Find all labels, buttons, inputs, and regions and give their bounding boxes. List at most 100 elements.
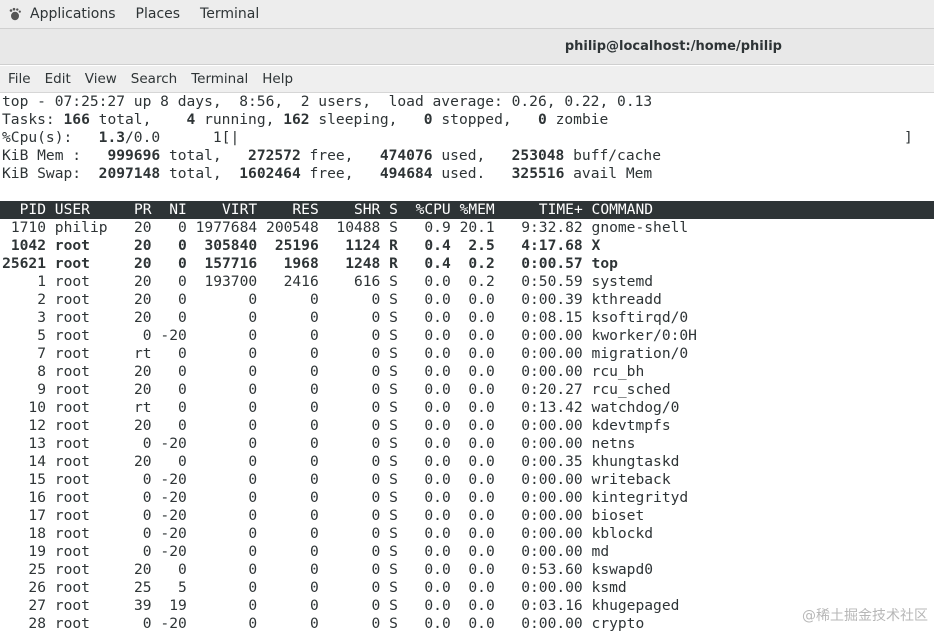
process-res: 0 (309, 345, 319, 362)
process-row: 1042 root 20 0 305840 25196 1124 R 0.4 2.5 4:17.68… (2, 237, 768, 255)
places-menu[interactable]: Places (126, 0, 191, 28)
mem-used: 474076 (379, 147, 433, 164)
process-virt: 0 (248, 399, 258, 416)
process-ni: -20 (160, 525, 187, 542)
process-shr: 0 (371, 291, 381, 308)
menu-file[interactable]: File (0, 71, 38, 87)
process-cpu: 0.0 (424, 273, 451, 290)
process-s: S (389, 291, 398, 308)
process-cmd: top (591, 255, 618, 272)
process-pid: 19 (28, 543, 46, 560)
process-mem: 0.0 (468, 417, 495, 434)
process-shr: 0 (371, 435, 381, 452)
process-user: root (54, 417, 90, 434)
process-virt: 157716 (204, 255, 258, 272)
process-mem: 0.0 (468, 291, 495, 308)
header-col-pr: PR (134, 201, 152, 218)
process-table-header: PID USER PR NI VIRT RES SHR S %CPU %MEM TIME+ COMMA… (0, 201, 934, 219)
cpu-line: %Cpu(s): 1.3/0.0 1[| (2, 129, 239, 147)
process-virt: 0 (248, 381, 258, 398)
process-shr: 0 (371, 525, 381, 542)
process-row: 25621 root 20 0 157716 1968 1248 R 0.4 0.2 0:00.57… (2, 255, 768, 273)
process-cmd: systemd (591, 273, 654, 290)
process-pr: 20 (134, 273, 152, 290)
process-shr: 0 (371, 489, 381, 506)
cpu-bar-end: ] (904, 129, 913, 146)
process-mem: 0.0 (468, 471, 495, 488)
swap-line: KiB Swap: 2097148 total, 1602464 free, 4… (2, 165, 653, 182)
process-res: 0 (309, 543, 319, 560)
process-virt: 193700 (204, 273, 258, 290)
process-cmd: ksmd (591, 579, 627, 596)
process-cpu: 0.0 (424, 471, 451, 488)
process-cmd: kdevtmpfs (591, 417, 671, 434)
window-titlebar[interactable]: philip@localhost:/home/philip (0, 29, 934, 65)
process-row: 10 root rt 0 0 0 0 S 0.0 0.0 0:13.42 watchdog/0 (2, 399, 768, 417)
menu-view[interactable]: View (78, 71, 124, 87)
header-col-cpu: %CPU (415, 201, 451, 218)
process-virt: 305840 (204, 237, 258, 254)
process-shr: 0 (371, 309, 381, 326)
process-row: 25 root 20 0 0 0 0 S 0.0 0.0 0:53.60 kswapd0 (2, 561, 768, 579)
tasks-running: 4 (186, 111, 196, 128)
process-mem: 0.0 (468, 327, 495, 344)
process-ni: -20 (160, 615, 187, 631)
process-mem: 0.0 (468, 597, 495, 614)
top-summary-line: top - 07:25:27 up 8 days, 8:56, 2 users,… (2, 93, 653, 110)
menu-help[interactable]: Help (255, 71, 300, 87)
process-shr: 0 (371, 507, 381, 524)
process-user: root (54, 273, 90, 290)
process-mem: 0.0 (468, 579, 495, 596)
process-pid: 18 (28, 525, 46, 542)
process-shr: 0 (371, 597, 381, 614)
process-user: root (54, 255, 90, 272)
process-cmd: gnome-shell (591, 219, 689, 236)
menu-edit[interactable]: Edit (38, 71, 78, 87)
process-cpu: 0.0 (424, 561, 451, 578)
process-time: 0:13.42 (521, 399, 583, 416)
process-shr: 0 (371, 561, 381, 578)
terminal-output[interactable]: top - 07:25:27 up 8 days, 8:56, 2 users,… (0, 93, 934, 631)
process-mem: 0.0 (468, 453, 495, 470)
process-ni: 19 (169, 597, 187, 614)
menu-terminal[interactable]: Terminal (184, 71, 255, 87)
process-mem: 0.0 (468, 525, 495, 542)
process-cpu: 0.0 (424, 435, 451, 452)
terminal-app-label: Terminal (200, 6, 260, 22)
cpu-bar: 1[| (212, 129, 240, 146)
process-pid: 5 (37, 327, 46, 344)
watermark: @稀土掘金技术社区 (802, 608, 928, 624)
process-res: 0 (309, 561, 319, 578)
process-pr: 20 (134, 237, 152, 254)
process-s: S (389, 381, 398, 398)
process-pid: 1 (37, 273, 46, 290)
process-virt: 0 (248, 435, 258, 452)
process-user: root (54, 435, 90, 452)
tasks-zombie: 0 (538, 111, 547, 128)
process-time: 0:00.00 (521, 507, 583, 524)
menu-search[interactable]: Search (124, 71, 184, 87)
process-ni: 0 (177, 363, 187, 380)
process-cpu: 0.0 (424, 525, 451, 542)
process-s: S (389, 507, 398, 524)
mem-free: 272572 (248, 147, 301, 164)
process-s: S (389, 615, 398, 631)
process-cmd: kintegrityd (591, 489, 689, 506)
process-pr: 20 (134, 417, 152, 434)
process-s: S (389, 543, 398, 560)
tasks-label: Tasks: (2, 111, 55, 128)
process-virt: 0 (248, 291, 258, 308)
process-ni: 0 (177, 237, 187, 254)
terminal-app-menu[interactable]: Terminal (190, 0, 269, 28)
process-pr: 20 (134, 561, 152, 578)
process-cpu: 0.0 (424, 579, 451, 596)
process-res: 0 (309, 525, 319, 542)
process-pr: 0 (142, 435, 152, 452)
process-s: S (389, 363, 398, 380)
process-virt: 0 (248, 471, 258, 488)
applications-menu[interactable]: Applications (0, 0, 126, 28)
process-pid: 10 (28, 399, 46, 416)
header-col-pid: PID (19, 201, 46, 218)
process-pid: 26 (28, 579, 46, 596)
tasks-stopped: 0 (423, 111, 433, 128)
